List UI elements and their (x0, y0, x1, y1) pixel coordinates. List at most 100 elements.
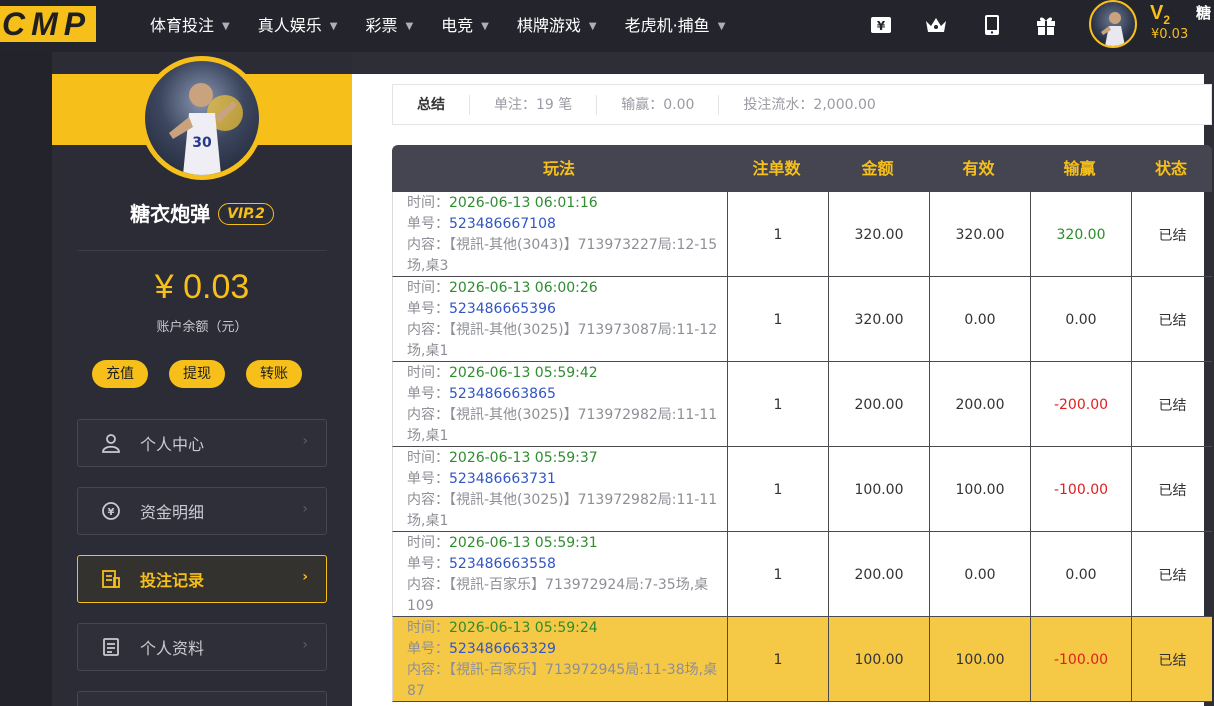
phone-icon[interactable] (978, 11, 1006, 39)
sidebar-item-bet-records[interactable]: 投注记录 › (77, 555, 327, 603)
bet-time-line: 时间：2026-06-13 06:01:16 (407, 193, 725, 214)
transfer-button[interactable]: 转账 (246, 360, 302, 388)
nav-label: 体育投注 (150, 16, 215, 35)
col-status: 状态 (1154, 159, 1187, 178)
cell-winloss-value: 0.00 (1065, 311, 1097, 328)
bet-order-line: 单号：523486663865 (407, 384, 725, 405)
cell-amount-value: 320.00 (854, 311, 904, 328)
cell-valid: 100.00 (929, 617, 1030, 702)
site-logo[interactable]: CMP (0, 6, 96, 42)
table-row[interactable]: 时间：2026-06-13 05:59:24 单号：523486663329 内容：… (392, 617, 1212, 702)
cell-amount-value: 100.00 (854, 481, 904, 498)
bet-content-line: 内容：【視訊-百家乐】713972945局:11-38场,桌87 (407, 660, 725, 702)
bet-content-line: 内容：【視訊-其他(3025)】713973087局:11-12场,桌1 (407, 320, 725, 362)
sidebar-item-profile[interactable]: 个人资料 › (77, 623, 327, 671)
divider (77, 250, 327, 251)
bet-content-label: 内容： (407, 407, 449, 423)
crown-icon[interactable] (922, 11, 950, 39)
col-valid: 有效 (962, 159, 995, 178)
chevron-down-icon: ▼ (717, 20, 726, 32)
cell-status: 已结 (1131, 447, 1213, 532)
chevron-down-icon: ▼ (329, 20, 338, 32)
bet-time-line: 时间：2026-06-13 05:59:42 (407, 363, 725, 384)
sidebar-item-fund-details[interactable]: ¥ 资金明细 › (77, 487, 327, 535)
bet-time-label: 时间： (407, 280, 449, 296)
bet-time-line: 时间：2026-06-13 05:59:24 (407, 618, 725, 639)
bet-order-number[interactable]: 523486663558 (449, 556, 556, 572)
bet-order-number[interactable]: 523486663329 (449, 641, 556, 657)
bet-content-line: 内容：【視訊-百家乐】713972924局:7-35场,桌109 (407, 575, 725, 617)
header-avatar[interactable] (1089, 0, 1137, 48)
bet-order-label: 单号： (407, 301, 449, 317)
col-winloss: 输赢 (1063, 159, 1096, 178)
table-row[interactable]: 时间：2026-06-13 06:01:16 单号：523486667108 内容：… (392, 192, 1212, 277)
user-icon (100, 432, 122, 454)
deposit-button[interactable]: 充值 (92, 360, 148, 388)
bet-order-number[interactable]: 523486667108 (449, 216, 556, 232)
bet-content: 【視訊-其他(3043)】713973227局:12-15场,桌3 (407, 237, 718, 274)
summary-count: 单注：19 笔 (469, 94, 596, 115)
profile-avatar[interactable]: 30 (140, 56, 264, 180)
header-vip-number: 2 (1163, 13, 1171, 27)
cell-status-value: 已结 (1158, 227, 1187, 244)
nav-live-casino[interactable]: 真人娱乐 ▼ (258, 0, 338, 52)
sidebar-item-label: 投注记录 (140, 571, 205, 590)
chevron-right-icon: › (302, 569, 308, 585)
cell-bet-count-value: 1 (773, 651, 783, 668)
left-gutter (0, 52, 52, 706)
header-username[interactable]: 糖 (1196, 2, 1211, 23)
nav-label: 老虎机·捕鱼 (624, 16, 710, 35)
nav-sports[interactable]: 体育投注 ▼ (150, 0, 230, 52)
cell-winloss: -100.00 (1030, 617, 1131, 702)
table-row[interactable]: 时间：2026-06-13 05:59:37 单号：523486663731 内容：… (392, 447, 1212, 532)
yuan-ticket-icon[interactable]: ¥ (867, 11, 895, 39)
bet-content-line: 内容：【視訊-其他(3043)】713973227局:12-15场,桌3 (407, 235, 725, 277)
table-row[interactable]: 时间：2026-06-13 05:59:42 单号：523486663865 内容：… (392, 362, 1212, 447)
bet-time-line: 时间：2026-06-13 05:59:31 (407, 533, 725, 554)
cell-valid: 320.00 (929, 192, 1030, 277)
nav-slots-fishing[interactable]: 老虎机·捕鱼 ▼ (625, 0, 726, 52)
cell-status: 已结 (1131, 362, 1213, 447)
cell-bet-count-value: 1 (773, 481, 783, 498)
bet-time-label: 时间： (407, 195, 449, 211)
bet-content-line: 内容：【視訊-其他(3025)】713972982局:11-11场,桌1 (407, 490, 725, 532)
nav-chess-games[interactable]: 棋牌游戏 ▼ (517, 0, 597, 52)
nav-esports[interactable]: 电竞 ▼ (441, 0, 489, 52)
cell-winloss-value: -200.00 (1053, 396, 1109, 413)
bet-time-label: 时间： (407, 450, 449, 466)
col-game: 玩法 (542, 159, 575, 178)
cell-status: 已结 (1131, 532, 1213, 617)
chevron-down-icon: ▼ (222, 20, 230, 32)
bet-info: 时间：2026-06-13 06:00:26 单号：523486665396 内容：… (407, 278, 725, 362)
cell-bet-count-value: 1 (773, 566, 783, 583)
table-row[interactable]: 时间：2026-06-13 05:59:31 单号：523486663558 内容：… (392, 532, 1212, 617)
bet-info: 时间：2026-06-13 06:01:16 单号：523486667108 内容：… (407, 193, 725, 277)
cell-amount-value: 200.00 (854, 566, 904, 583)
cell-status-value: 已结 (1158, 567, 1187, 584)
bet-order-number[interactable]: 523486665396 (449, 301, 556, 317)
cell-status: 已结 (1131, 277, 1213, 362)
summary-bar: 总结 单注：19 笔 输赢：0.00 投注流水：2,000.00 (392, 84, 1212, 125)
cell-bet-count: 1 (727, 362, 828, 447)
bet-time-line: 时间：2026-06-13 05:59:37 (407, 448, 725, 469)
sidebar-item-more[interactable] (77, 691, 327, 706)
bet-info: 时间：2026-06-13 05:59:37 单号：523486663731 内容：… (407, 448, 725, 532)
bet-order-number[interactable]: 523486663865 (449, 386, 556, 402)
gift-icon[interactable] (1032, 11, 1060, 39)
withdraw-button[interactable]: 提现 (169, 360, 225, 388)
cell-winloss: -100.00 (1030, 447, 1131, 532)
cell-bet-count-value: 1 (773, 396, 783, 413)
cell-amount-value: 200.00 (854, 396, 904, 413)
cell-winloss-value: -100.00 (1053, 481, 1109, 498)
cell-amount: 320.00 (828, 277, 929, 362)
nav-label: 电竞 (441, 16, 474, 35)
table-row[interactable]: 时间：2026-06-13 06:00:26 单号：523486665396 内容：… (392, 277, 1212, 362)
sidebar-item-personal-center[interactable]: 个人中心 › (77, 419, 327, 467)
nav-label: 真人娱乐 (257, 16, 322, 35)
bet-content-line: 内容：【視訊-其他(3025)】713972982局:11-11场,桌1 (407, 405, 725, 447)
nav-lottery[interactable]: 彩票 ▼ (365, 0, 413, 52)
content-top-strip (352, 52, 1214, 74)
bet-order-line: 单号：523486663731 (407, 469, 725, 490)
bet-order-number[interactable]: 523486663731 (449, 471, 556, 487)
bet-time-label: 时间： (407, 620, 449, 636)
